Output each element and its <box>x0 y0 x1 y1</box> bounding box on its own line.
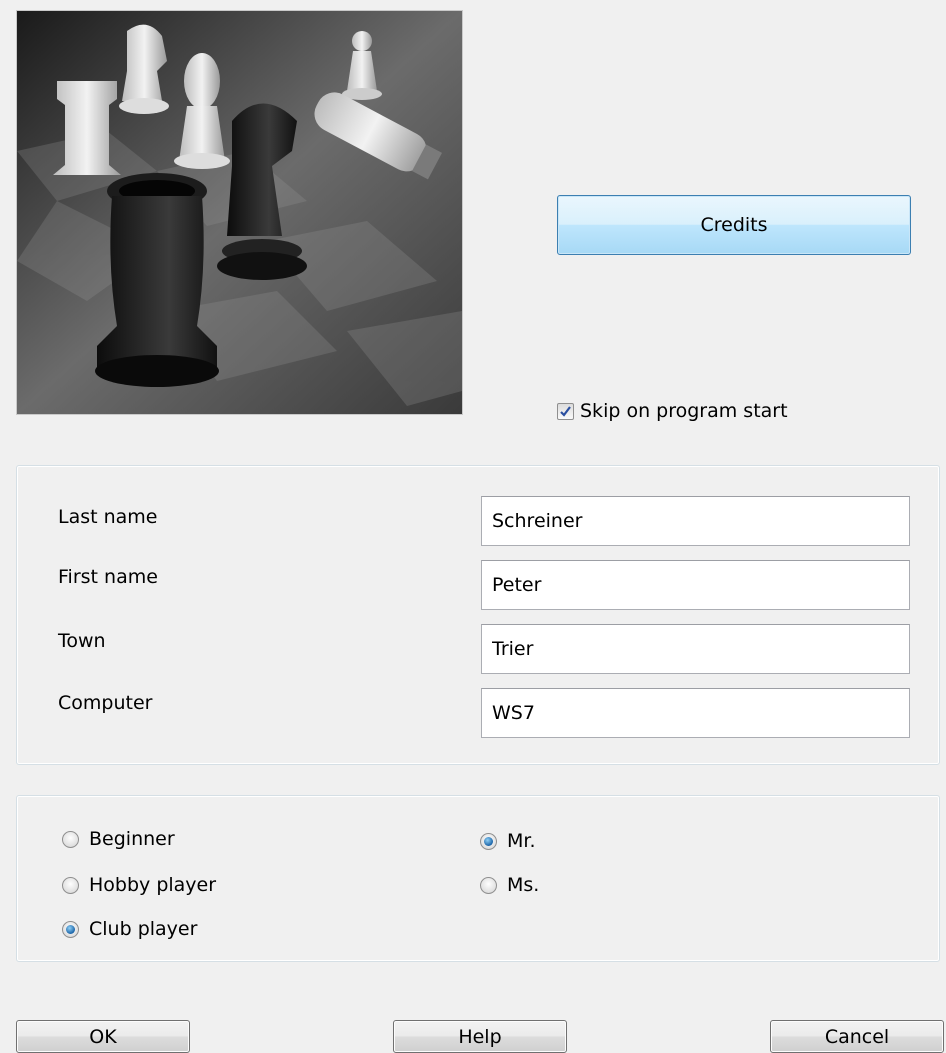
checkmark-icon <box>560 405 571 417</box>
checkbox-box[interactable] <box>557 402 574 420</box>
radio-button[interactable] <box>480 832 497 850</box>
radio-label: Hobby player <box>89 874 217 896</box>
first-name-input[interactable] <box>481 560 910 610</box>
radio-club-player[interactable]: Club player <box>62 918 197 940</box>
town-input[interactable] <box>481 624 910 674</box>
computer-input[interactable] <box>481 688 910 738</box>
cancel-button[interactable]: Cancel <box>770 1020 944 1053</box>
radio-selected-dot <box>66 924 75 934</box>
radio-button[interactable] <box>62 920 79 938</box>
radio-hobby-player[interactable]: Hobby player <box>62 874 216 896</box>
skip-on-start-checkbox[interactable]: Skip on program start <box>557 400 788 422</box>
radio-mr[interactable]: Mr. <box>480 830 536 852</box>
town-label: Town <box>58 630 106 652</box>
last-name-input[interactable] <box>481 496 910 546</box>
radio-label: Beginner <box>89 828 175 850</box>
radio-button[interactable] <box>62 876 79 894</box>
radio-ms[interactable]: Ms. <box>480 874 539 896</box>
last-name-label: Last name <box>58 506 158 528</box>
radio-beginner[interactable]: Beginner <box>62 828 175 850</box>
ok-button[interactable]: OK <box>16 1020 190 1053</box>
radio-button[interactable] <box>62 830 79 848</box>
computer-label: Computer <box>58 692 153 714</box>
first-name-label: First name <box>58 566 158 588</box>
help-button[interactable]: Help <box>393 1020 567 1053</box>
credits-button[interactable]: Credits <box>557 195 911 255</box>
skip-on-start-label: Skip on program start <box>580 400 788 422</box>
radio-selected-dot <box>484 836 493 846</box>
radio-label: Club player <box>89 918 198 940</box>
radio-label: Ms. <box>507 874 540 896</box>
radio-label: Mr. <box>507 830 536 852</box>
chess-pieces-icon <box>17 11 462 414</box>
chess-picture <box>16 10 463 415</box>
radio-button[interactable] <box>480 876 497 894</box>
